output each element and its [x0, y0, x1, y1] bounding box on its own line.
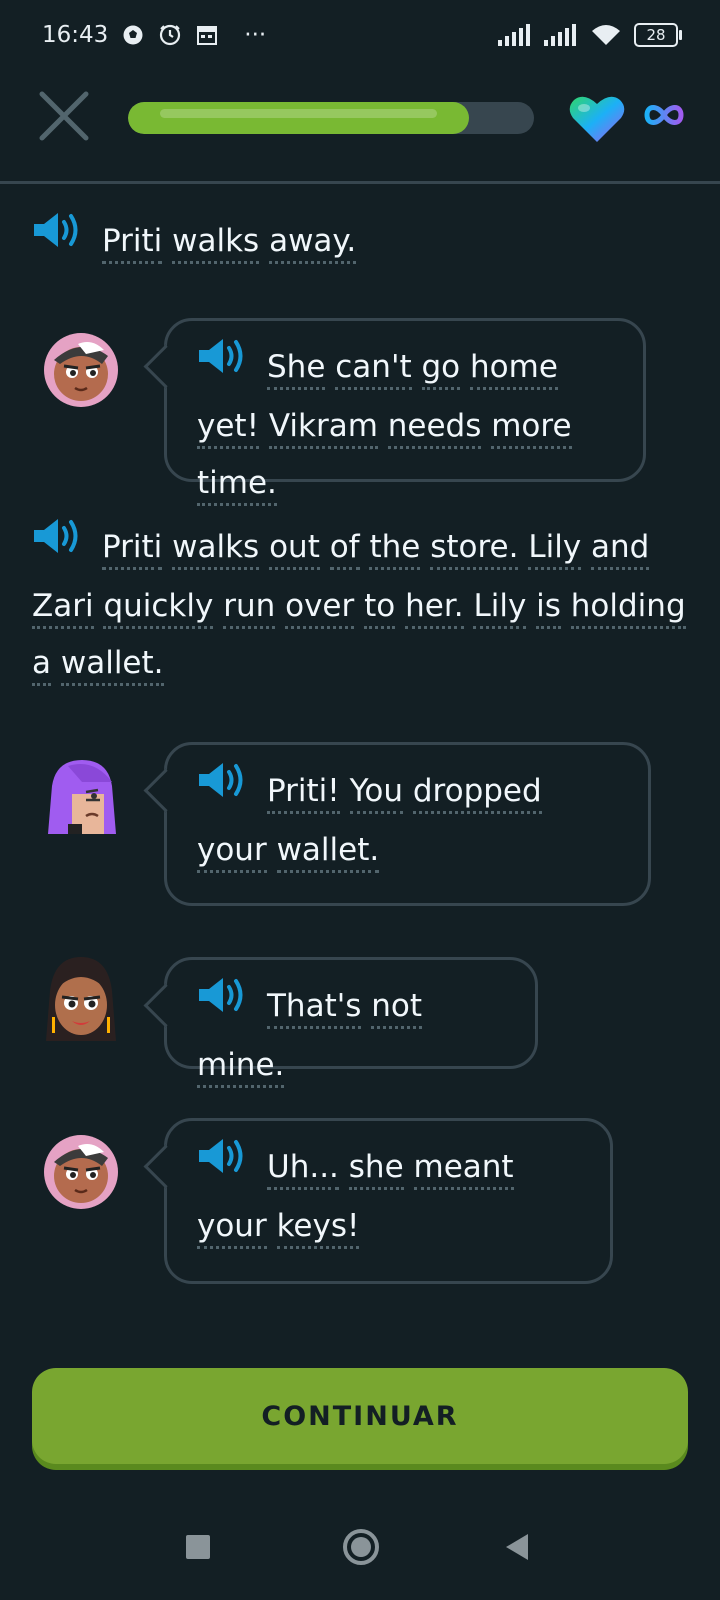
word-token[interactable]: wallet. — [60, 645, 164, 686]
word-token[interactable]: your — [197, 1208, 267, 1249]
recent-apps-button[interactable] — [185, 1534, 211, 1564]
avatar-lily — [42, 1132, 120, 1216]
back-button[interactable] — [504, 1532, 530, 1566]
word-token[interactable]: out — [269, 529, 320, 570]
word-token[interactable]: she — [348, 1149, 404, 1190]
lesson-progress-fill — [128, 102, 470, 134]
progress-shine — [160, 109, 438, 118]
speech-bubble: Priti! You dropped your wallet. — [164, 742, 651, 906]
word-token[interactable]: is — [536, 588, 561, 629]
speaker-icon[interactable] — [32, 210, 80, 269]
word-token[interactable]: mine. — [197, 1047, 285, 1088]
word-token[interactable]: wallet. — [276, 832, 380, 873]
calendar-icon — [196, 24, 218, 46]
heart-gradient-icon[interactable] — [568, 94, 626, 148]
bubble-text: She can't go home yet! Vikram needs more… — [197, 349, 572, 506]
word-token[interactable]: and — [591, 529, 650, 570]
speech-bubble: Uh... she meant your keys! — [164, 1118, 613, 1284]
word-token[interactable]: your — [197, 832, 267, 873]
status-bar: 16:43 ··· 28 — [0, 0, 720, 70]
word-token[interactable]: holding — [570, 588, 686, 629]
speech-bubble: She can't go home yet! Vikram needs more… — [164, 318, 646, 506]
word-token[interactable]: You — [349, 773, 403, 814]
word-token[interactable]: meant — [413, 1149, 514, 1190]
word-token[interactable]: her. — [405, 588, 464, 629]
narration-text: Priti walks away. — [102, 223, 357, 264]
word-token[interactable]: dropped — [412, 773, 542, 814]
word-token[interactable]: of — [329, 529, 360, 570]
word-token[interactable]: Priti — [102, 529, 163, 570]
close-icon — [39, 91, 89, 141]
word-token[interactable]: run — [223, 588, 276, 629]
word-token[interactable]: more — [491, 408, 572, 449]
speaker-icon[interactable] — [32, 516, 80, 575]
avatar-priti — [42, 955, 120, 1041]
status-left: 16:43 ··· — [42, 22, 266, 48]
avatar-zari — [42, 756, 120, 840]
lesson-header — [0, 80, 720, 184]
avatar-lily — [42, 330, 120, 414]
word-token[interactable]: away. — [269, 223, 357, 264]
battery-icon: 28 — [634, 23, 682, 47]
speaker-icon[interactable] — [197, 1136, 245, 1195]
close-button[interactable] — [38, 90, 90, 142]
word-token[interactable]: time. — [197, 465, 277, 506]
speaker-icon[interactable] — [197, 760, 245, 819]
triangle-back-icon — [506, 1534, 528, 1560]
word-token[interactable]: a — [32, 645, 51, 686]
word-token[interactable]: needs — [387, 408, 482, 449]
narration-line: Priti walks out of the store. Lily and Z… — [32, 519, 692, 692]
word-token[interactable]: go — [421, 349, 461, 390]
word-token[interactable]: home — [470, 349, 558, 390]
word-token[interactable]: Priti! — [267, 773, 340, 814]
home-button[interactable] — [342, 1528, 380, 1570]
wifi-icon — [590, 23, 622, 47]
word-token[interactable]: to — [364, 588, 396, 629]
square-icon — [186, 1535, 210, 1559]
narration-line: Priti walks away. — [32, 213, 692, 272]
more-notifications: ··· — [244, 22, 267, 48]
word-token[interactable]: Uh... — [267, 1149, 339, 1190]
soccer-ball-icon — [122, 24, 144, 46]
alarm-icon — [158, 23, 182, 47]
word-token[interactable]: Lily — [473, 588, 527, 629]
battery-level: 28 — [646, 26, 666, 44]
speaker-icon[interactable] — [197, 975, 245, 1034]
status-right: 28 — [498, 23, 682, 47]
clock: 16:43 — [42, 22, 109, 48]
continue-button[interactable]: CONTINUAR — [32, 1368, 688, 1464]
word-token[interactable]: over — [285, 588, 355, 629]
word-token[interactable]: not — [371, 988, 423, 1029]
word-token[interactable]: Priti — [102, 223, 163, 264]
system-nav-bar — [0, 1510, 720, 1600]
narration-text: Priti walks out of the store. Lily and Z… — [32, 529, 686, 686]
signal-icon — [544, 24, 578, 46]
word-token[interactable]: Zari — [32, 588, 94, 629]
word-token[interactable]: She — [267, 349, 326, 390]
infinity-icon — [644, 102, 684, 132]
signal-icon — [498, 24, 532, 46]
word-token[interactable]: Lily — [528, 529, 582, 570]
bubble-text: Priti! You dropped your wallet. — [197, 773, 542, 873]
circle-icon — [343, 1529, 379, 1565]
word-token[interactable]: store. — [430, 529, 519, 570]
word-token[interactable]: quickly — [103, 588, 214, 629]
word-token[interactable]: walks — [172, 529, 260, 570]
word-token[interactable]: Vikram — [268, 408, 378, 449]
word-token[interactable]: the — [369, 529, 421, 570]
speaker-icon[interactable] — [197, 336, 245, 395]
lesson-progress-bar — [128, 102, 534, 134]
word-token[interactable]: keys! — [276, 1208, 360, 1249]
word-token[interactable]: yet! — [197, 408, 259, 449]
word-token[interactable]: can't — [335, 349, 412, 390]
speech-bubble: That's not mine. — [164, 957, 538, 1088]
word-token[interactable]: That's — [267, 988, 362, 1029]
word-token[interactable]: walks — [172, 223, 260, 264]
